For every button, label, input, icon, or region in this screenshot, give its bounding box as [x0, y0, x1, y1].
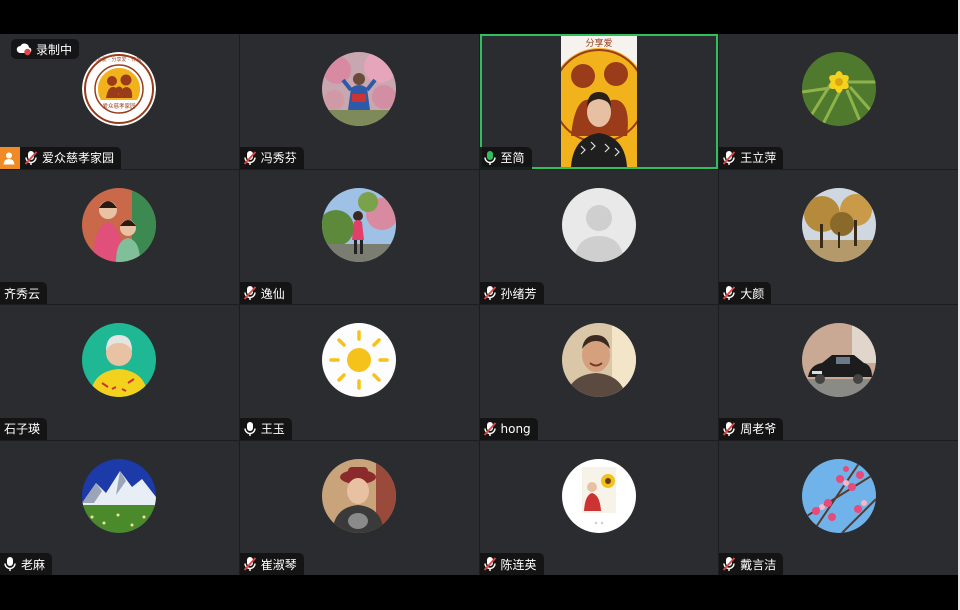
- host-person-icon: [0, 146, 20, 169]
- participant-nametag: 爱众慈孝家园: [0, 146, 122, 169]
- participant-name: 爱众慈孝家园: [42, 151, 115, 165]
- bottom-black-bar: [0, 575, 960, 610]
- black-car-avatar: [801, 323, 876, 397]
- svg-text:分享爱: 分享爱: [585, 37, 612, 49]
- autumn-trees-avatar: [801, 187, 876, 262]
- participant-nametag: 大颜: [719, 282, 772, 304]
- participant-name: 老麻: [21, 557, 46, 572]
- mic-muted-icon: [242, 555, 258, 573]
- mountain-meadow-avatar: [82, 458, 157, 533]
- participant-tile[interactable]: 石子瑛: [0, 305, 239, 440]
- participant-name: 大颜: [740, 286, 765, 301]
- participant-name: 齐秀云: [4, 286, 41, 301]
- participant-name: 戴言洁: [740, 557, 777, 572]
- participant-tile[interactable]: 王玉: [239, 305, 479, 440]
- participant-nametag: 崔淑琴: [239, 553, 304, 575]
- blossom-photo-avatar: [322, 52, 397, 126]
- participant-tile[interactable]: 孙绪芳: [479, 169, 719, 304]
- mic-muted-icon: [482, 420, 498, 438]
- participant-nametag: 至简: [479, 146, 532, 169]
- logo-ring-text: 成为爱 · 分享爱 · 传播爱: [92, 56, 147, 63]
- participant-name: 崔淑琴: [260, 557, 297, 572]
- recording-indicator[interactable]: 录制中: [11, 39, 80, 59]
- mic-muted-icon: [23, 149, 39, 167]
- participant-nametag: 周老爷: [719, 417, 784, 440]
- participant-name: 至简: [500, 151, 525, 165]
- sun-drawing-avatar: [322, 323, 397, 397]
- participant-tile[interactable]: 齐秀云: [0, 169, 239, 304]
- participant-nametag: 王玉: [239, 417, 292, 440]
- video-feed: 分享爱: [560, 36, 637, 167]
- logo-avatar: 爱众慈孝家园 成为爱 · 分享爱 · 传播爱: [82, 52, 157, 126]
- participant-tile[interactable]: 周老爷: [719, 305, 958, 440]
- smiling-man-avatar: [561, 323, 636, 397]
- portrait-yellow-avatar: [82, 323, 157, 397]
- participant-grid: 录制中 爱众慈孝家园 成为爱 · 分享爱 · 传播爱 爱众慈孝家园 冯秀芬 分享…: [0, 34, 958, 575]
- participant-name: 孙绪芳: [500, 286, 537, 301]
- participant-nametag: 石子瑛: [0, 417, 48, 440]
- participant-name: 周老爷: [740, 422, 777, 436]
- participant-tile[interactable]: hong: [479, 305, 719, 440]
- sunflower-card-avatar: [561, 458, 636, 533]
- mic-muted-icon: [721, 149, 737, 167]
- participant-nametag: 逸仙: [239, 282, 292, 304]
- participant-name: 王玉: [260, 422, 285, 436]
- mic-muted-icon: [482, 555, 498, 573]
- participant-nametag: 冯秀芬: [239, 146, 304, 169]
- park-photo-avatar: [322, 187, 397, 262]
- participant-tile[interactable]: 冯秀芬: [239, 34, 479, 169]
- participant-name: hong: [500, 421, 531, 436]
- participant-name: 陈连英: [500, 557, 537, 572]
- mic-muted-icon: [242, 149, 258, 167]
- participant-tile[interactable]: 逸仙: [239, 169, 479, 304]
- recording-label: 录制中: [36, 42, 73, 57]
- participant-nametag: hong: [479, 417, 538, 440]
- top-black-bar: [0, 0, 960, 34]
- participant-tile[interactable]: 老麻: [0, 440, 239, 575]
- peach-blossom-avatar: [801, 458, 876, 533]
- kids-photo-avatar: [82, 187, 157, 262]
- mic-speaking-icon: [482, 149, 498, 167]
- default-person-avatar: [561, 187, 636, 262]
- mic-muted-icon: [242, 284, 258, 302]
- participant-tile-active-speaker[interactable]: 分享爱 至简: [479, 34, 719, 169]
- logo-inner-text: 爱众慈孝家园: [103, 102, 137, 110]
- participant-tile[interactable]: 崔淑琴: [239, 440, 479, 575]
- participant-nametag: 戴言洁: [719, 553, 784, 575]
- participant-nametag: 老麻: [0, 553, 53, 575]
- mic-muted-icon: [482, 284, 498, 302]
- participant-nametag: 王立萍: [719, 146, 784, 169]
- participant-tile[interactable]: 陈连英: [479, 440, 719, 575]
- participant-tile[interactable]: 戴言洁: [719, 440, 958, 575]
- mic-on-icon: [2, 555, 18, 573]
- woman-hat-avatar: [322, 458, 397, 533]
- yellow-flower-avatar: [801, 52, 876, 126]
- participant-name: 王立萍: [740, 151, 777, 165]
- participant-name: 逸仙: [260, 286, 285, 301]
- mic-muted-icon: [721, 555, 737, 573]
- cloud-record-icon: [16, 43, 32, 56]
- participant-tile[interactable]: 王立萍: [719, 34, 958, 169]
- mic-muted-icon: [721, 420, 737, 438]
- participant-tile[interactable]: 大颜: [719, 169, 958, 304]
- participant-nametag: 齐秀云: [0, 282, 48, 304]
- mic-muted-icon: [721, 284, 737, 302]
- participant-name: 石子瑛: [4, 422, 41, 436]
- participant-nametag: 陈连英: [479, 553, 544, 575]
- participant-name: 冯秀芬: [260, 151, 297, 165]
- participant-tile[interactable]: 录制中 爱众慈孝家园 成为爱 · 分享爱 · 传播爱 爱众慈孝家园: [0, 34, 239, 169]
- participant-nametag: 孙绪芳: [479, 282, 544, 304]
- mic-on-icon: [242, 420, 258, 438]
